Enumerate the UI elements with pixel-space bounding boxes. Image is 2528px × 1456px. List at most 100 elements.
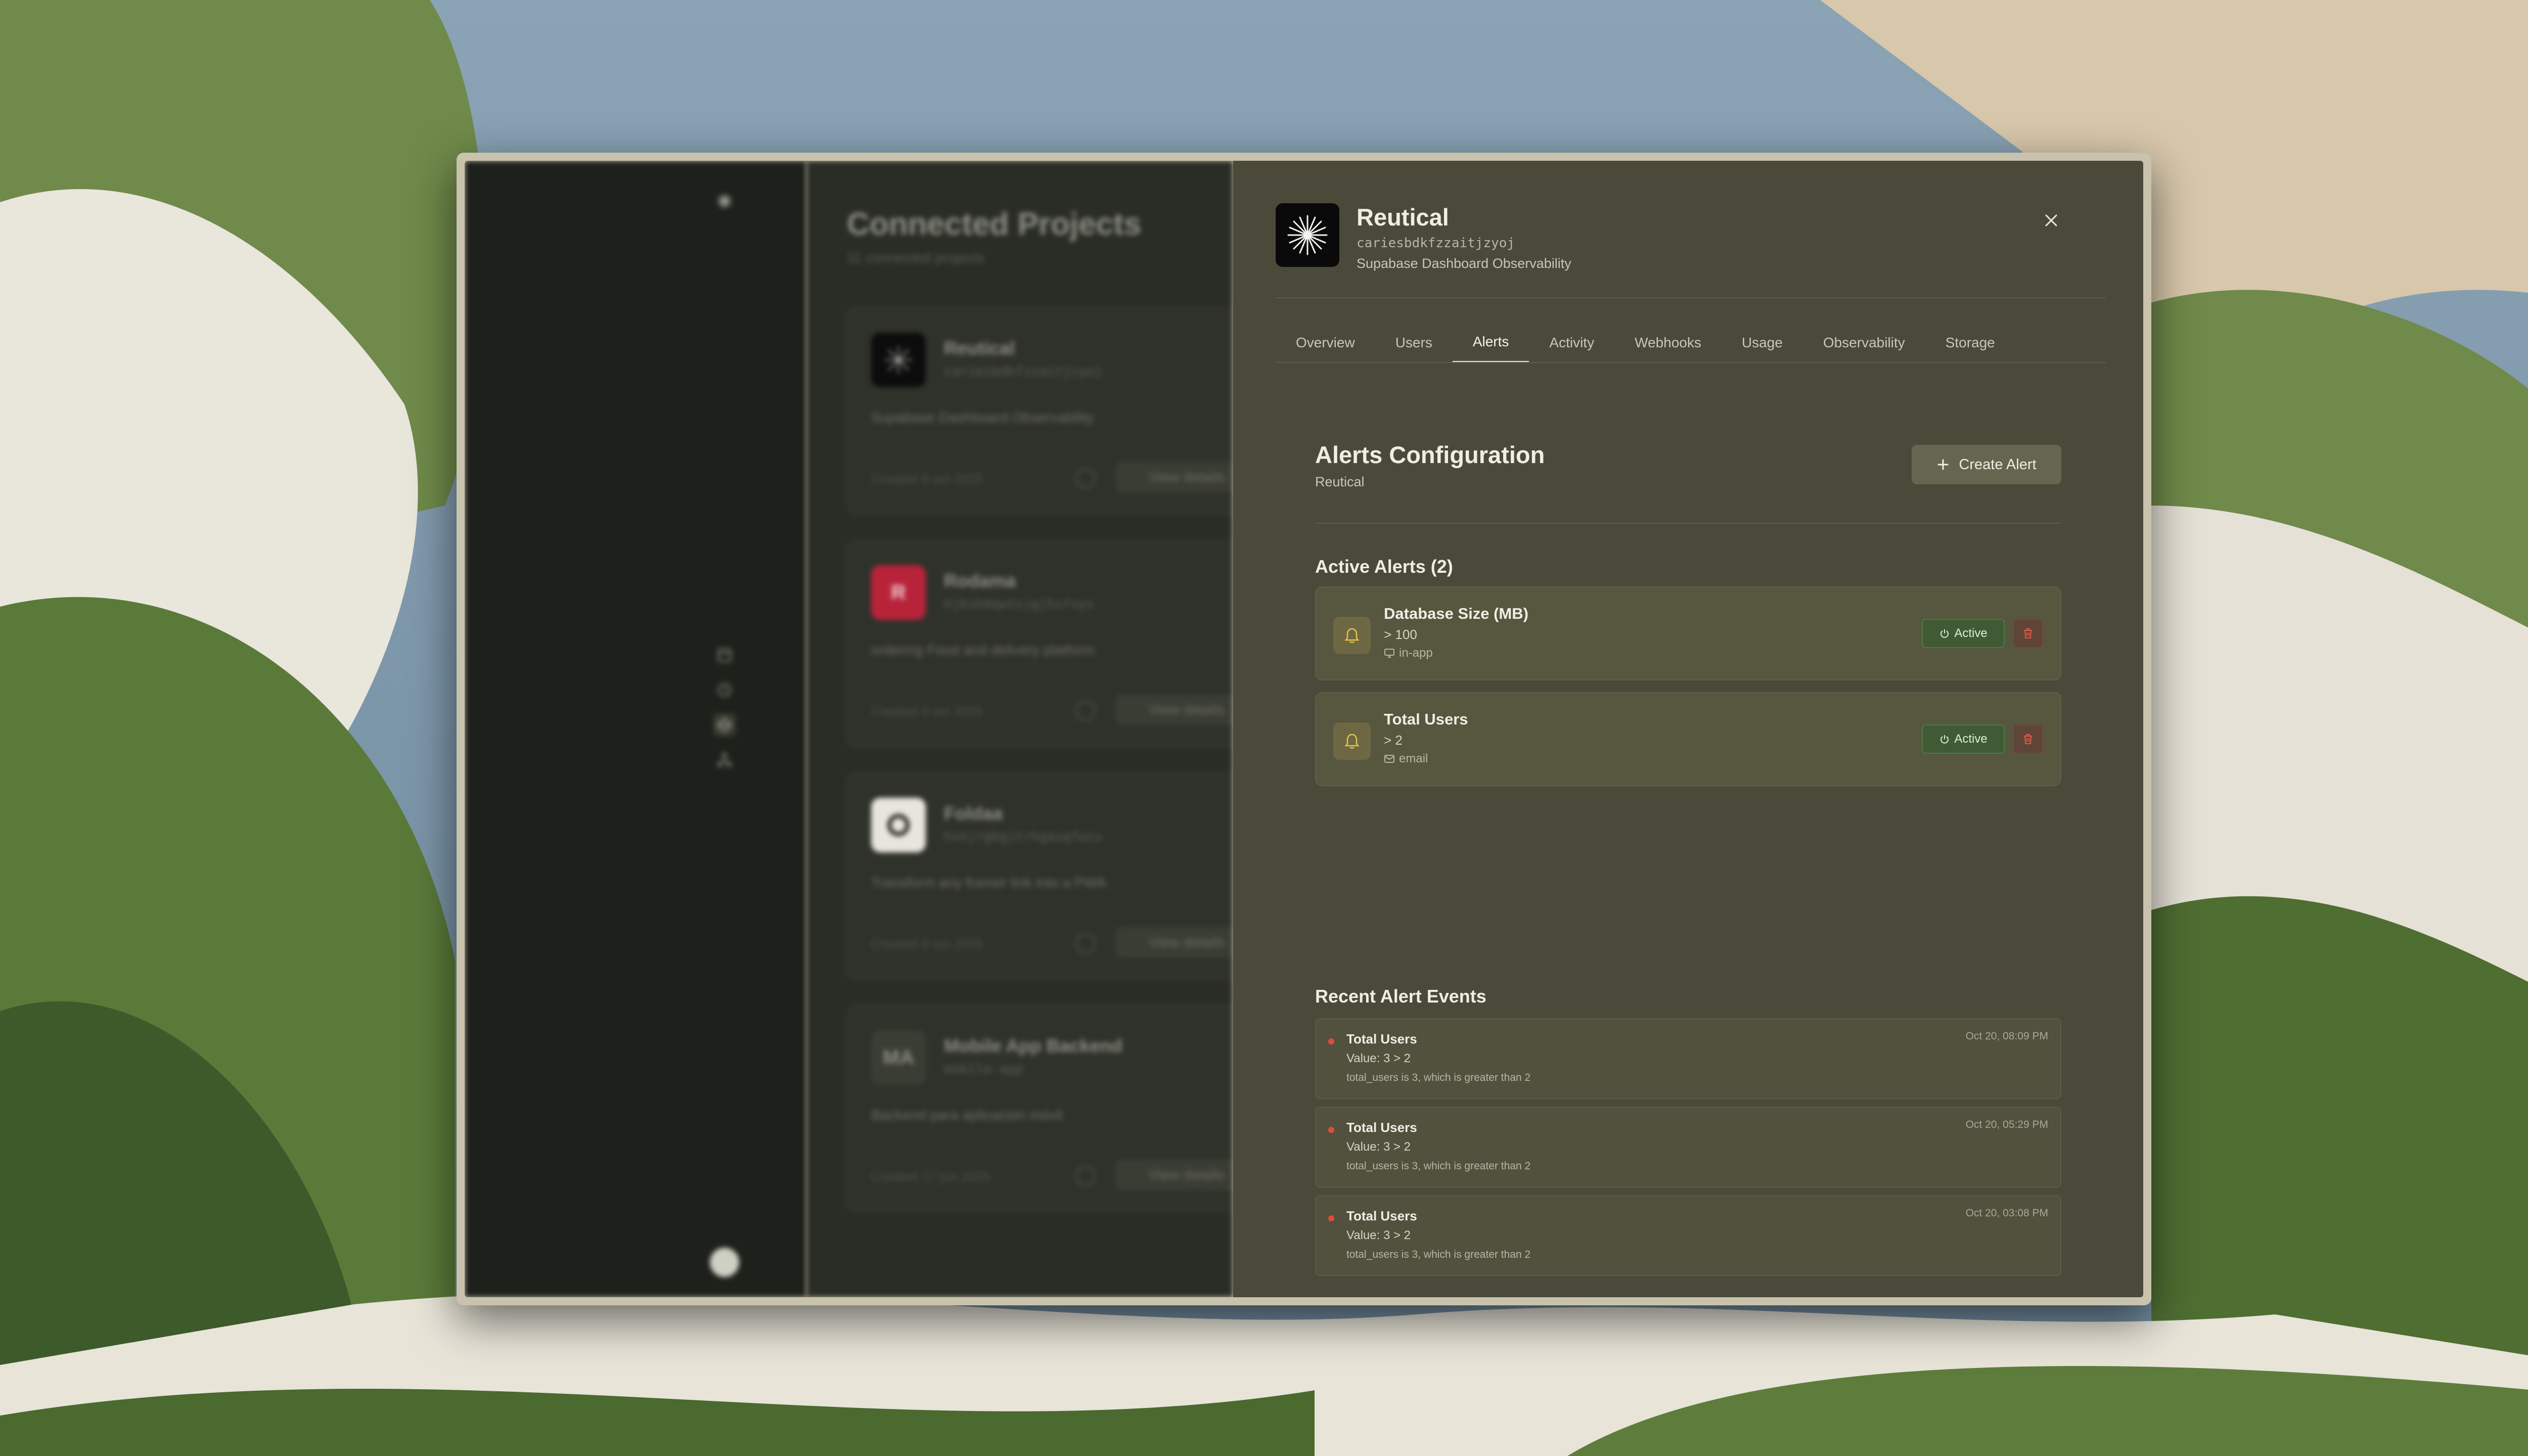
alert-status-label: Active: [1954, 626, 1988, 640]
project-card[interactable]: MA Mobile App Backend mobile-app Backend…: [847, 1005, 1233, 1212]
project-logo: [1276, 203, 1339, 267]
project-name: Foldaa: [944, 803, 1003, 824]
event-value: Value: 3 > 2: [1346, 1228, 1411, 1242]
dashboard-icon[interactable]: [713, 644, 736, 666]
tab-activity[interactable]: Activity: [1529, 323, 1614, 363]
section-subtitle: Reutical: [1315, 474, 1365, 489]
divider: [1276, 362, 2106, 363]
close-icon[interactable]: [2037, 206, 2065, 235]
delete-alert-button[interactable]: [2013, 619, 2043, 648]
delete-alert-button[interactable]: [2013, 724, 2043, 754]
alert-channel-label: in-app: [1399, 646, 1433, 660]
tab-storage[interactable]: Storage: [1925, 323, 2015, 363]
settings-icon[interactable]: [1075, 701, 1096, 721]
bell-icon: [1333, 617, 1371, 654]
project-title: Reutical: [1357, 204, 1449, 231]
event-status-dot: [1328, 1127, 1334, 1133]
project-card[interactable]: Foldaa hsnjrgbgjtrhgasqfwiu Transform an…: [847, 772, 1233, 980]
app-window: Connected Projects 11 connected projects…: [457, 153, 2151, 1305]
section-title: Alerts Configuration: [1315, 441, 1545, 468]
trash-icon: [2024, 628, 2032, 639]
project-card[interactable]: R Rodama hjkshdqwtsjgjhsfsys ordering Fo…: [847, 540, 1233, 747]
network-icon[interactable]: [713, 749, 736, 771]
view-details-button[interactable]: View details: [1116, 1160, 1233, 1190]
monitor-icon: [1384, 649, 1394, 658]
project-slug: cariesbdkfzzaitjzyoj: [944, 364, 1103, 379]
tab-observability[interactable]: Observability: [1803, 323, 1925, 363]
event-value: Value: 3 > 2: [1346, 1052, 1411, 1065]
projects-title: Connected Projects: [847, 207, 1142, 242]
tab-alerts[interactable]: Alerts: [1452, 323, 1529, 363]
event-time: Oct 20, 05:29 PM: [1965, 1119, 2048, 1130]
alert-channel: in-app: [1384, 646, 1433, 660]
project-name: Rodama: [944, 570, 1016, 591]
user-avatar[interactable]: [710, 1248, 739, 1277]
event-message: total_users is 3, which is greater than …: [1346, 1072, 1531, 1083]
mail-icon: [1384, 755, 1394, 763]
project-name: Reutical: [944, 338, 1015, 358]
event-card: Total Users Value: 3 > 2 total_users is …: [1315, 1195, 2061, 1276]
trash-icon: [2024, 734, 2032, 744]
alert-condition: > 2: [1384, 733, 1403, 748]
view-details-button[interactable]: View details: [1116, 927, 1233, 958]
project-card[interactable]: Reutical cariesbdkfzzaitjzyoj Supabase D…: [847, 307, 1233, 515]
project-slug: hsnjrgbgjtrhgasqfwiu: [944, 829, 1103, 844]
project-name: Mobile App Backend: [944, 1035, 1122, 1056]
project-description: ordering Food and delivery platform: [871, 642, 1095, 658]
event-status-dot: [1328, 1215, 1334, 1221]
project-description: Backend para aplicación móvil: [871, 1107, 1063, 1123]
project-created: Created 6 oct 2025: [871, 471, 983, 486]
tab-webhooks[interactable]: Webhooks: [1614, 323, 1722, 363]
alert-active-toggle[interactable]: Active: [1922, 724, 2005, 754]
bell-icon: [1333, 722, 1371, 760]
settings-icon[interactable]: [1075, 468, 1096, 488]
event-name: Total Users: [1346, 1208, 1417, 1223]
project-logo: MA: [871, 1030, 926, 1085]
event-time: Oct 20, 08:09 PM: [1965, 1030, 2048, 1042]
event-status-dot: [1328, 1038, 1334, 1044]
project-slug: mobile-app: [944, 1062, 1023, 1077]
tab-overview[interactable]: Overview: [1276, 323, 1375, 363]
alerts-nav-icon[interactable]: [713, 714, 736, 736]
event-card: Total Users Value: 3 > 2 total_users is …: [1315, 1107, 2061, 1188]
create-alert-button[interactable]: Create Alert: [1912, 445, 2061, 484]
create-alert-label: Create Alert: [1959, 456, 2037, 473]
alert-name: Database Size (MB): [1384, 605, 1528, 622]
app-window-content: Connected Projects 11 connected projects…: [465, 161, 2143, 1297]
project-logo: [871, 333, 926, 387]
alert-card: Database Size (MB) > 100 in-app Active: [1315, 586, 2061, 680]
project-created: Created 6 oct 2025: [871, 704, 983, 719]
event-time: Oct 20, 03:08 PM: [1965, 1207, 2048, 1219]
view-details-button[interactable]: View details: [1116, 695, 1233, 725]
recent-events-title: Recent Alert Events: [1315, 986, 1486, 1007]
alert-name: Total Users: [1384, 710, 1468, 728]
clock-icon[interactable]: [713, 679, 736, 701]
alert-condition: > 100: [1384, 627, 1417, 642]
projects-panel: Connected Projects 11 connected projects…: [806, 161, 1233, 1297]
power-icon: [1940, 735, 1949, 744]
project-slug: cariesbdkfzzaitjzyoj: [1357, 236, 1515, 251]
app-logo-icon: [713, 190, 736, 212]
event-value: Value: 3 > 2: [1346, 1140, 1411, 1154]
alert-channel-label: email: [1399, 752, 1428, 765]
alert-active-toggle[interactable]: Active: [1922, 619, 2005, 648]
event-card: Total Users Value: 3 > 2 total_users is …: [1315, 1018, 2061, 1099]
tab-usage[interactable]: Usage: [1722, 323, 1803, 363]
tab-users[interactable]: Users: [1375, 323, 1453, 363]
project-logo: [871, 798, 926, 852]
settings-icon[interactable]: [1075, 933, 1096, 953]
background-app: Connected Projects 11 connected projects…: [465, 161, 1233, 1297]
settings-icon[interactable]: [1075, 1166, 1096, 1186]
event-name: Total Users: [1346, 1031, 1417, 1046]
power-icon: [1940, 629, 1949, 638]
project-description: Supabase Dashboard Observability: [1357, 256, 1571, 271]
project-logo: R: [871, 565, 926, 620]
sidebar: [465, 161, 806, 1297]
project-detail-panel: Reutical cariesbdkfzzaitjzyoj Supabase D…: [1233, 161, 2143, 1297]
view-details-button[interactable]: View details: [1116, 462, 1233, 492]
event-message: total_users is 3, which is greater than …: [1346, 1160, 1531, 1172]
project-created: Created 17 jun 2025: [871, 1169, 990, 1184]
alert-channel: email: [1384, 752, 1428, 766]
divider: [1276, 297, 2106, 298]
divider: [1315, 523, 2061, 524]
